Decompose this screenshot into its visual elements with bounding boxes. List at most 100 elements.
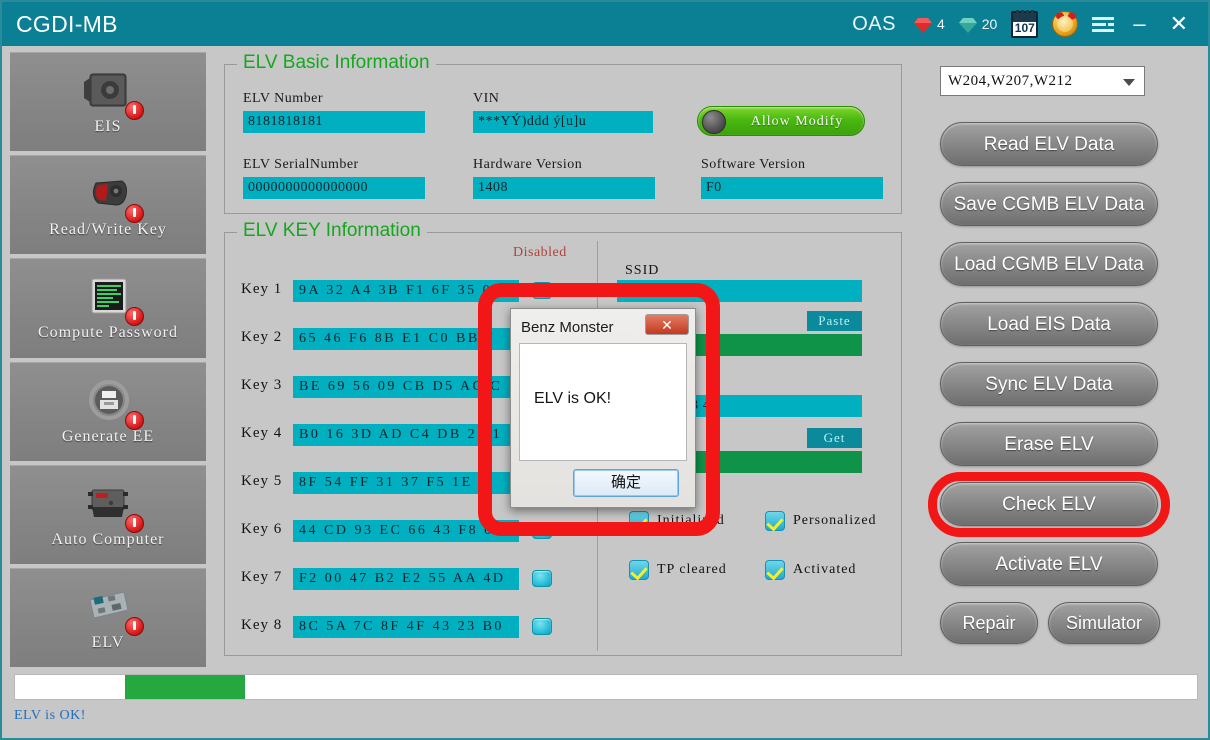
key-row-label: Key 1	[241, 281, 283, 297]
key-disabled-checkbox[interactable]	[532, 522, 552, 539]
read-elv-data-button[interactable]: Read ELV Data	[940, 122, 1158, 166]
elv-serialnumber-field[interactable]: 0000000000000000	[243, 177, 425, 199]
red-gem-count: 4	[936, 16, 945, 32]
coin-indicator[interactable]	[1045, 2, 1085, 46]
menu-button[interactable]	[1085, 2, 1121, 46]
green-gem-count: 20	[981, 16, 998, 32]
app-title: CGDI-MB	[16, 11, 118, 37]
calendar-count: 107	[1014, 20, 1035, 35]
key-row-value[interactable]: 65 46 F6 8B E1 C0 BB 7	[293, 328, 519, 350]
checkbox-label: Activated	[793, 562, 857, 577]
checkbox-label: Personalized	[793, 513, 877, 528]
eeprom-chip-icon	[78, 378, 144, 430]
green-gem-icon	[958, 17, 977, 33]
calendar-icon: 107	[1011, 9, 1039, 38]
benz-monster-dialog: Benz Monster ✕ ELV is OK! 确定	[510, 308, 696, 508]
vin-field[interactable]: ***YÝ)ddd ý[u]u	[473, 111, 653, 133]
sidebar-item-compute-password[interactable]: Compute Password	[10, 258, 206, 358]
simulator-button[interactable]: Simulator	[1048, 602, 1160, 644]
close-button[interactable]: ✕	[1158, 2, 1200, 46]
status-bar: ELV is OK!	[14, 708, 86, 723]
activated-checkbox-row[interactable]: Activated	[765, 560, 856, 580]
oas-label: OAS	[852, 12, 896, 35]
elv-number-field[interactable]: 8181818181	[243, 111, 425, 133]
key-row-value[interactable]: B0 16 3D AD C4 DB 21 1	[293, 424, 519, 446]
key-disabled-checkbox[interactable]	[532, 570, 552, 587]
password-matrix-icon	[78, 274, 144, 327]
dialog-body: ELV is OK!	[519, 343, 687, 461]
disabled-column-header: Disabled	[513, 245, 567, 260]
software-version-field[interactable]: F0	[701, 177, 883, 199]
sidebar-item-generate-ee[interactable]: Generate EE	[10, 361, 206, 461]
key-disabled-checkbox[interactable]	[532, 618, 552, 635]
oas-indicator: OAS	[845, 2, 907, 46]
sidebar-item-read-write-key[interactable]: Read/Write Key	[10, 155, 206, 255]
key-row-value[interactable]: F2 00 47 B2 E2 55 AA 4D	[293, 568, 519, 590]
elv-board-icon	[78, 584, 144, 636]
load-eis-data-button[interactable]: Load EIS Data	[940, 302, 1158, 346]
sidebar-item-label: EIS	[94, 118, 122, 136]
get-button[interactable]: Get	[807, 428, 862, 448]
progress-bar-fill	[125, 675, 245, 699]
checkbox-icon	[765, 560, 785, 580]
checkbox-icon	[765, 511, 785, 531]
hardware-version-field[interactable]: 1408	[473, 177, 655, 199]
sidebar-item-label: Auto Computer	[51, 530, 165, 548]
green-gem-counter[interactable]: 20	[952, 2, 1005, 46]
erase-elv-button[interactable]: Erase ELV	[940, 422, 1158, 466]
calendar-counter[interactable]: 107	[1004, 2, 1045, 46]
group-legend: ELV KEY Information	[237, 220, 427, 242]
initialized-checkbox-row[interactable]: Initialized	[629, 511, 725, 531]
dialog-title: Benz Monster	[521, 319, 614, 336]
tp-cleared-checkbox-row[interactable]: TP cleared	[629, 560, 727, 580]
key-row-label: Key 8	[241, 617, 283, 633]
dialog-ok-button[interactable]: 确定	[573, 469, 679, 497]
coin-inner	[1057, 16, 1074, 32]
save-cgmb-elv-data-button[interactable]: Save CGMB ELV Data	[940, 182, 1158, 226]
repair-button[interactable]: Repair	[940, 602, 1038, 644]
red-gem-counter[interactable]: 4	[907, 2, 952, 46]
sidebar-item-elv[interactable]: ELV	[10, 567, 206, 668]
model-selector-value: W204,W207,W212	[948, 73, 1073, 89]
menu-icon	[1092, 16, 1115, 32]
checkbox-icon	[629, 511, 649, 531]
checkbox-label: TP cleared	[657, 562, 727, 577]
key-row-value[interactable]: 44 CD 93 EC 66 43 F8 0	[293, 520, 519, 542]
key-row-label: Key 3	[241, 377, 283, 393]
group-legend: ELV Basic Information	[237, 52, 436, 74]
ssid-field[interactable]	[617, 280, 862, 302]
key-row-value[interactable]: BE 69 56 09 CB D5 AC C	[293, 376, 519, 398]
key-row-label: Key 7	[241, 569, 283, 585]
coin-icon	[1052, 11, 1079, 37]
dialog-close-button[interactable]: ✕	[645, 314, 689, 335]
key-row-value[interactable]: 8C 5A 7C 8F 4F 43 23 B0	[293, 616, 519, 638]
paste-button[interactable]: Paste	[807, 311, 862, 331]
activate-elv-button[interactable]: Activate ELV	[940, 542, 1158, 586]
minimize-button[interactable]: –	[1121, 2, 1157, 46]
key-row-value[interactable]: 9A 32 A4 3B F1 6F 35 0	[293, 280, 519, 302]
sync-elv-data-button[interactable]: Sync ELV Data	[940, 362, 1158, 406]
key-row-label: Key 6	[241, 521, 283, 537]
sidebar-item-label: Compute Password	[38, 324, 178, 342]
red-gem-icon	[913, 17, 932, 33]
key-row-value[interactable]: 8F 54 FF 31 37 F5 1E C	[293, 472, 519, 494]
model-selector[interactable]: W204,W207,W212	[940, 66, 1145, 96]
allow-modify-label: Allow Modify	[750, 114, 844, 129]
progress-bar	[14, 674, 1198, 700]
alert-badge-icon	[125, 101, 144, 121]
checkbox-icon	[629, 560, 649, 580]
check-elv-button[interactable]: Check ELV	[940, 482, 1158, 526]
sidebar-item-auto-computer[interactable]: Auto Computer	[10, 464, 206, 564]
sidebar-item-label: Generate EE	[61, 427, 155, 445]
alert-badge-icon	[125, 410, 144, 430]
key-row-label: Key 4	[241, 425, 283, 441]
load-cgmb-elv-data-button[interactable]: Load CGMB ELV Data	[940, 242, 1158, 286]
personalized-checkbox-row[interactable]: Personalized	[765, 511, 877, 531]
allow-modify-toggle[interactable]: Allow Modify	[697, 106, 865, 136]
software-version-label: Software Version	[701, 157, 806, 172]
alert-badge-icon	[125, 616, 144, 636]
title-bar-right-cluster: OAS 4 20 107 – ✕	[845, 2, 1200, 46]
key-disabled-checkbox[interactable]	[532, 282, 552, 299]
sidebar-item-eis[interactable]: EIS	[10, 52, 206, 152]
elv-serialnumber-label: ELV SerialNumber	[243, 157, 359, 172]
